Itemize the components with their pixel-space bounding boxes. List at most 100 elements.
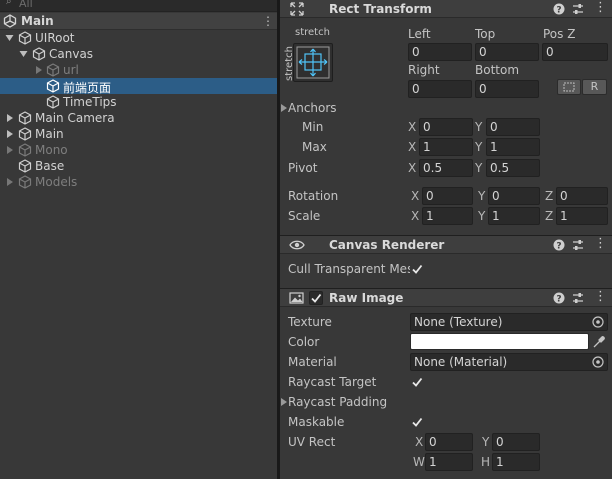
uv-rect-label: UV Rect: [288, 435, 336, 449]
top-label: Top: [475, 27, 496, 41]
hierarchy-item-label: Canvas: [49, 47, 94, 61]
svg-text:?: ?: [556, 242, 561, 252]
hierarchy-item-label: Main: [35, 127, 64, 141]
hierarchy-item-label: TimeTips: [63, 95, 117, 109]
hierarchy-item-models[interactable]: Models: [0, 174, 277, 190]
cull-transparent-label: Cull Transparent Mes: [288, 262, 414, 276]
color-swatch[interactable]: [410, 333, 589, 350]
hierarchy-item-timetips[interactable]: TimeTips: [0, 94, 277, 110]
anchors-max-label: Max: [302, 140, 327, 154]
axis-z-label: Z: [545, 189, 554, 203]
kebab-menu-icon[interactable]: ⋮: [262, 13, 274, 29]
posz-field[interactable]: 0: [542, 43, 608, 61]
object-picker-icon[interactable]: [591, 315, 605, 329]
raw-image-header[interactable]: Raw Image ? ⋮: [280, 288, 612, 307]
uv-h-field[interactable]: 1: [492, 453, 540, 471]
uv-x-field[interactable]: 0: [425, 433, 473, 451]
material-label: Material: [288, 355, 337, 369]
hierarchy-item-main-camera[interactable]: Main Camera: [0, 110, 277, 126]
uv-y-label: Y: [482, 435, 490, 449]
anchors-max-x-field[interactable]: 1: [419, 138, 473, 156]
cube-icon: [46, 79, 60, 93]
presets-icon[interactable]: [571, 2, 585, 16]
pivot-y-field[interactable]: 0.5: [486, 159, 540, 177]
move-icon: [290, 2, 304, 16]
anchors-max-y-field[interactable]: 1: [486, 138, 540, 156]
rotation-z-field[interactable]: 0: [556, 187, 608, 205]
collapse-arrow-icon[interactable]: [5, 113, 14, 123]
anchor-preset-button[interactable]: [293, 43, 333, 82]
raw-image-enabled-checkbox[interactable]: [309, 291, 323, 305]
axis-x-label: X: [408, 120, 417, 134]
hierarchy-search[interactable]: ⌕ All: [0, 0, 277, 12]
hierarchy-item-base[interactable]: Base: [0, 158, 277, 174]
hierarchy-panel: ⌕ All Main ⋮ UIRoot Canvas url 前端页面 Time…: [0, 0, 277, 479]
hierarchy-item-uiroot[interactable]: UIRoot: [0, 30, 277, 46]
collapse-arrow-icon[interactable]: [34, 65, 43, 75]
texture-label: Texture: [288, 315, 332, 329]
anchors-min-y-field[interactable]: 0: [486, 118, 540, 136]
rect-transform-header[interactable]: Rect Transform ? ⋮: [280, 0, 612, 18]
hierarchy-item-canvas[interactable]: Canvas: [0, 46, 277, 62]
hierarchy-item-url[interactable]: url: [0, 62, 277, 78]
checkmark-icon: [412, 417, 423, 427]
more-icon[interactable]: ⋮: [594, 289, 608, 304]
more-icon[interactable]: ⋮: [594, 0, 608, 15]
scale-label: Scale: [288, 209, 321, 223]
maskable-checkbox[interactable]: [410, 415, 424, 429]
collapse-arrow-icon[interactable]: [5, 177, 14, 187]
blueprint-icon: [563, 82, 575, 92]
uv-y-field[interactable]: 0: [492, 433, 540, 451]
right-field[interactable]: 0: [408, 80, 472, 98]
material-field[interactable]: None (Material): [410, 353, 608, 371]
cull-transparent-checkbox[interactable]: [410, 262, 424, 276]
uv-x-label: X: [415, 435, 424, 449]
search-placeholder: All: [19, 0, 33, 10]
foldout-arrow-icon[interactable]: [281, 398, 287, 406]
scene-header[interactable]: Main ⋮: [0, 13, 277, 30]
rotation-x-field[interactable]: 0: [422, 187, 473, 205]
hierarchy-item-label: url: [63, 63, 79, 77]
hierarchy-item-frontend-page[interactable]: 前端页面: [0, 78, 277, 95]
canvas-renderer-header[interactable]: Canvas Renderer ? ⋮: [280, 235, 612, 254]
scale-x-field[interactable]: 1: [422, 207, 473, 225]
eyedropper-icon[interactable]: [592, 335, 606, 349]
presets-icon[interactable]: [571, 291, 585, 305]
axis-z-label: Z: [545, 209, 554, 223]
scale-y-field[interactable]: 1: [488, 207, 540, 225]
uv-w-field[interactable]: 1: [425, 453, 473, 471]
object-picker-icon[interactable]: [591, 355, 605, 369]
raw-edit-button[interactable]: R: [582, 79, 607, 95]
rotation-y-field[interactable]: 0: [488, 187, 540, 205]
hierarchy-item-main[interactable]: Main: [0, 126, 277, 142]
component-title: Raw Image: [329, 291, 404, 305]
cube-icon: [46, 63, 60, 77]
color-label: Color: [288, 335, 320, 349]
expand-arrow-icon[interactable]: [5, 33, 14, 43]
component-title: Canvas Renderer: [329, 238, 445, 252]
collapse-arrow-icon[interactable]: [5, 145, 14, 155]
scale-z-field[interactable]: 1: [556, 207, 608, 225]
help-icon[interactable]: ?: [552, 2, 566, 16]
left-field[interactable]: 0: [408, 43, 472, 61]
help-icon[interactable]: ?: [552, 238, 566, 252]
rotation-label: Rotation: [288, 189, 339, 203]
hierarchy-item-mono[interactable]: Mono: [0, 142, 277, 158]
expand-arrow-icon[interactable]: [19, 49, 28, 59]
presets-icon[interactable]: [571, 238, 585, 252]
texture-field[interactable]: None (Texture): [410, 313, 608, 331]
pivot-x-field[interactable]: 0.5: [419, 159, 473, 177]
collapse-arrow-icon[interactable]: [5, 129, 14, 139]
bottom-field[interactable]: 0: [475, 80, 539, 98]
right-label: Right: [408, 63, 440, 77]
anchors-min-x-field[interactable]: 0: [419, 118, 473, 136]
foldout-arrow-icon[interactable]: [281, 104, 287, 112]
search-icon: ⌕: [6, 0, 12, 7]
top-field[interactable]: 0: [475, 43, 539, 61]
more-icon[interactable]: ⋮: [594, 236, 608, 251]
blueprint-mode-button[interactable]: [557, 79, 581, 95]
help-icon[interactable]: ?: [552, 291, 566, 305]
cube-icon: [18, 175, 32, 189]
raycast-target-checkbox[interactable]: [410, 375, 424, 389]
axis-y-label: Y: [478, 209, 486, 223]
